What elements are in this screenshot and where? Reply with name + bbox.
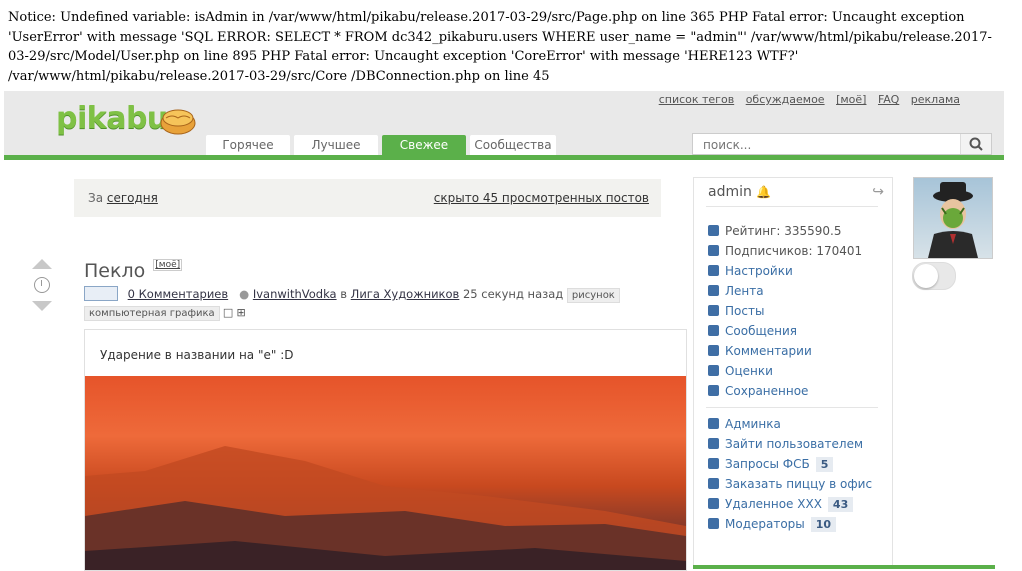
- shield-icon: [708, 518, 719, 529]
- search-input[interactable]: [701, 137, 955, 153]
- shield-icon: [708, 418, 719, 429]
- order-pizza-link[interactable]: Заказать пиццу в офис: [708, 477, 872, 491]
- bell-icon[interactable]: 🔔: [756, 185, 771, 199]
- chart-icon: [708, 225, 719, 236]
- post-content: Ударение в названии на "е" :D: [84, 329, 687, 571]
- header-divider: [4, 155, 1004, 160]
- moderators-count: 10: [810, 517, 837, 532]
- gear-icon: [708, 265, 719, 276]
- pizza-icon: [708, 478, 719, 489]
- menu-posts[interactable]: Посты: [708, 304, 764, 318]
- post-image[interactable]: [85, 376, 686, 570]
- logout-icon[interactable]: ↪: [872, 184, 884, 200]
- tab-best[interactable]: Лучшее: [294, 135, 378, 155]
- comments-link[interactable]: 0 Комментариев: [128, 287, 229, 301]
- tag-computer-graphics[interactable]: компьютерная графика: [84, 306, 220, 321]
- search-icon: [969, 137, 983, 151]
- site-header: список тегов обсуждаемое [моё] FAQ рекла…: [4, 91, 1004, 157]
- user-icon: [708, 245, 719, 256]
- sidebar-bottom-bar: [693, 565, 995, 569]
- view-toggle-button[interactable]: [84, 286, 118, 301]
- moderators-link[interactable]: Модераторы 10: [708, 517, 837, 532]
- post-tags: компьютерная графика □ ⊞: [84, 306, 246, 321]
- error-notice: Notice: Undefined variable: isAdmin in /…: [8, 10, 992, 84]
- saved-icon: [708, 385, 719, 396]
- author-link[interactable]: IvanwithVodka: [253, 287, 337, 301]
- fsb-requests-count: 5: [815, 457, 834, 472]
- mine-badge: [моё]: [153, 259, 183, 271]
- menu-ratings[interactable]: Оценки: [708, 364, 773, 378]
- logo[interactable]: pikabu: [56, 101, 196, 136]
- clock-icon: [34, 277, 50, 293]
- feed-icon: [708, 285, 719, 296]
- hidden-posts-link[interactable]: скрыто 45 просмотренных постов: [434, 191, 649, 205]
- menu-settings[interactable]: Настройки: [708, 264, 793, 278]
- menu-feed[interactable]: Лента: [708, 284, 764, 298]
- subscribers-stat: Подписчиков: 170401: [708, 244, 862, 258]
- post-title[interactable]: Пекло [моё]: [84, 259, 183, 282]
- shield-question-icon: [708, 458, 719, 469]
- login-as-user-link[interactable]: Зайти пользователем: [708, 437, 863, 451]
- mail-icon: [708, 325, 719, 336]
- add-tag-icon[interactable]: ⊞: [236, 306, 245, 319]
- tab-communities[interactable]: Сообщества: [470, 135, 556, 155]
- night-mode-toggle[interactable]: [912, 262, 956, 290]
- comments-icon: [708, 345, 719, 356]
- tab-hot[interactable]: Горячее: [206, 135, 290, 155]
- landscape-image: [85, 446, 686, 570]
- user-icon: ●: [239, 287, 250, 301]
- tag-drawing[interactable]: рисунок: [566, 288, 620, 303]
- menu-messages[interactable]: Сообщения: [708, 324, 797, 338]
- tags-link[interactable]: список тегов: [659, 93, 734, 106]
- post-meta: 0 Комментариев ● IvanwithVodka в Лига Ху…: [84, 286, 620, 303]
- period-link[interactable]: сегодня: [107, 191, 158, 205]
- mine-link[interactable]: [моё]: [836, 93, 866, 106]
- top-links: список тегов обсуждаемое [моё] FAQ рекла…: [651, 93, 960, 106]
- posts-icon: [708, 305, 719, 316]
- menu-comments[interactable]: Комментарии: [708, 344, 812, 358]
- user-panel: admin 🔔 ↪ Рейтинг: 335590.5 Подписчиков:…: [693, 177, 893, 569]
- rating-stat: Рейтинг: 335590.5: [708, 224, 841, 238]
- username[interactable]: admin 🔔: [708, 184, 771, 200]
- divider: [706, 206, 878, 207]
- admin-panel-link[interactable]: Админка: [708, 417, 781, 431]
- filter-prefix: За: [88, 191, 104, 205]
- post-text: Ударение в названии на "е" :D: [100, 348, 294, 362]
- avatar[interactable]: [913, 177, 993, 259]
- menu-saved[interactable]: Сохраненное: [708, 384, 808, 398]
- upvote-icon[interactable]: [32, 259, 52, 269]
- user-icon: [708, 438, 719, 449]
- fsb-requests-link[interactable]: Запросы ФСБ 5: [708, 457, 834, 472]
- deleted-xxx-link[interactable]: Удаленное XXX 43: [708, 497, 854, 512]
- faq-link[interactable]: FAQ: [878, 93, 899, 106]
- save-icon[interactable]: □: [223, 306, 233, 319]
- search-box: [692, 133, 992, 155]
- search-button[interactable]: [960, 134, 991, 154]
- deleted-xxx-count: 43: [827, 497, 854, 512]
- ads-link[interactable]: реклама: [911, 93, 960, 106]
- period-filter: За сегодня скрыто 45 просмотренных посто…: [74, 179, 661, 217]
- downvote-icon[interactable]: [32, 301, 52, 311]
- vote-panel: [30, 259, 54, 311]
- discussed-link[interactable]: обсуждаемое: [746, 93, 825, 106]
- community-link[interactable]: Лига Художников: [351, 287, 460, 301]
- rating-icon: [708, 365, 719, 376]
- pie-logo-icon: [160, 109, 196, 135]
- avatar-image: [928, 182, 978, 258]
- tab-fresh[interactable]: Свежее: [382, 135, 466, 155]
- divider: [706, 407, 878, 408]
- smile-icon: [708, 498, 719, 509]
- post-time: 25 секунд назад: [462, 287, 564, 301]
- page: список тегов обсуждаемое [моё] FAQ рекла…: [4, 91, 1004, 571]
